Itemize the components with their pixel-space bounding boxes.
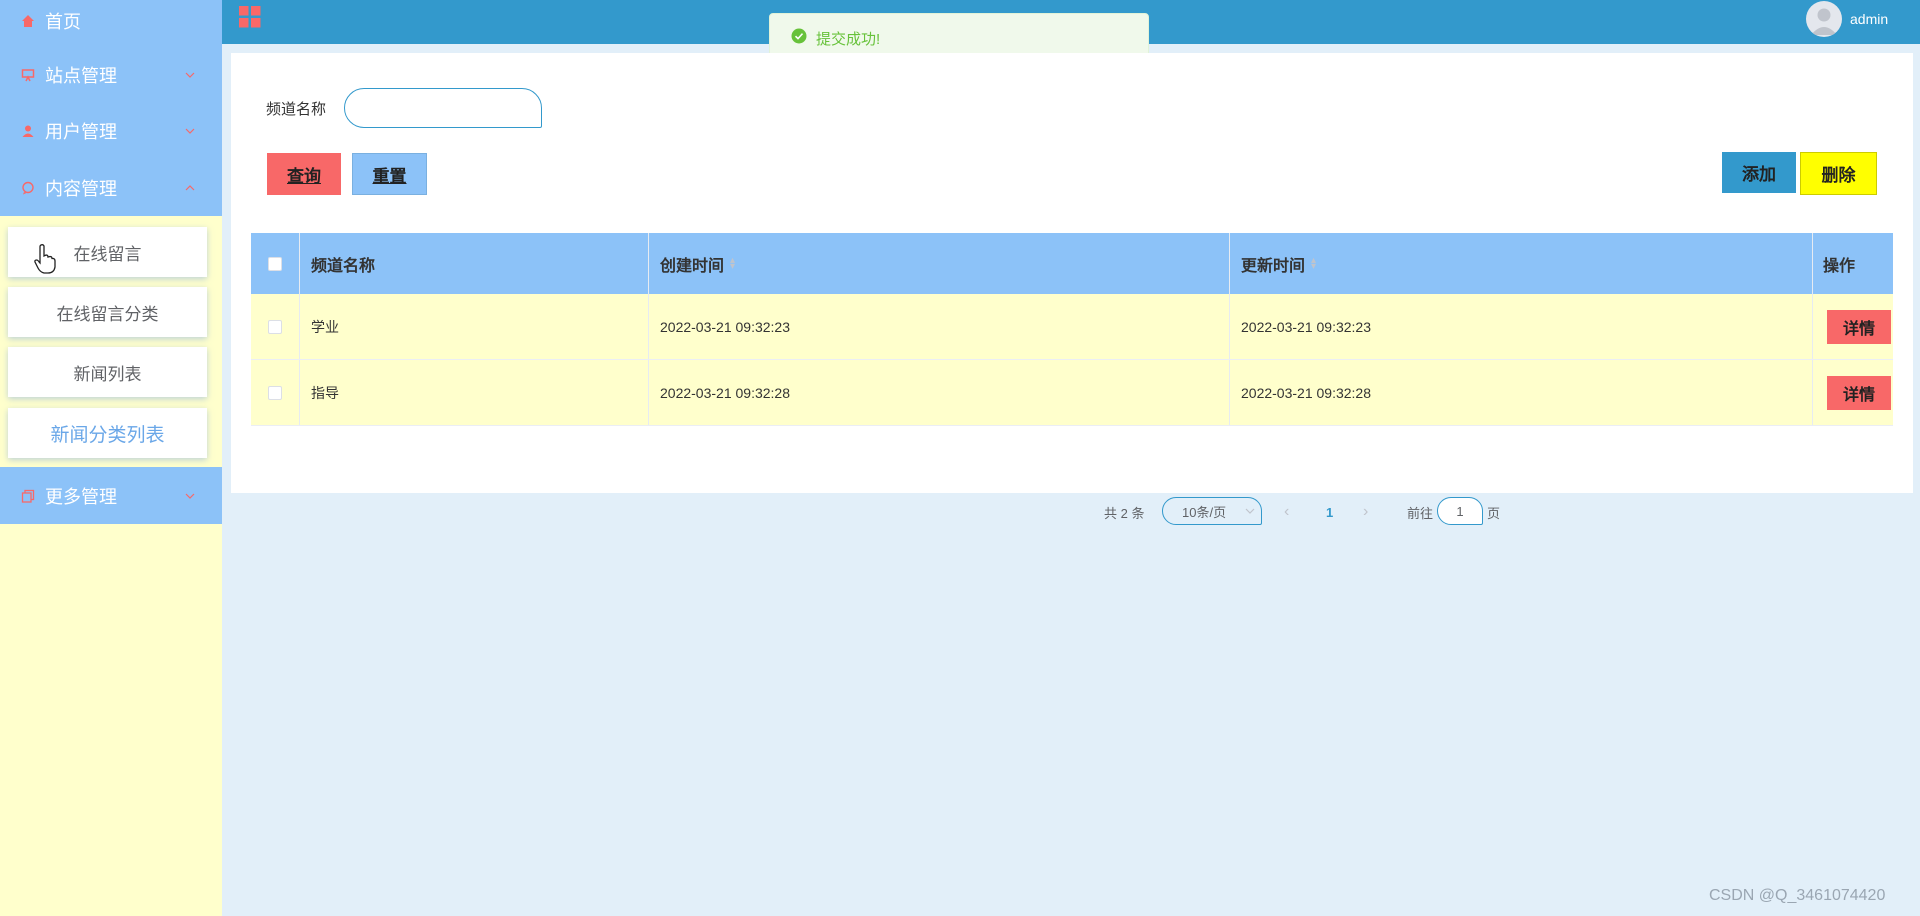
header-action-label: 操作 — [1823, 257, 1856, 275]
row-checkbox[interactable] — [268, 319, 282, 334]
row-created: 2022-03-21 09:32:28 — [649, 360, 1230, 425]
next-page-button[interactable]: › — [1363, 497, 1368, 527]
page-suffix-label: 页 — [1487, 505, 1501, 521]
sidebar-subitem-news-categories[interactable]: 新闻分类列表 — [8, 408, 207, 458]
header-name-label: 频道名称 — [311, 257, 376, 275]
sort-icon[interactable]: ▴ ▾ — [730, 255, 735, 271]
chevron-down-icon — [185, 128, 195, 134]
sort-icon[interactable]: ▴ ▾ — [1311, 255, 1316, 271]
user-icon — [20, 123, 36, 139]
sidebar-item-label: 站点管理 — [45, 65, 117, 86]
sidebar-item-label: 用户管理 — [45, 121, 117, 142]
header-updated[interactable]: 更新时间 ▴ ▾ — [1230, 233, 1813, 294]
pagination-total: 共 2 条 — [1104, 505, 1145, 521]
goto-page-input[interactable] — [1437, 497, 1483, 525]
row-select-cell — [251, 294, 300, 359]
row-updated: 2022-03-21 09:32:23 — [1230, 294, 1813, 359]
add-button[interactable]: 添加 — [1722, 152, 1796, 193]
search-label: 频道名称 — [266, 101, 327, 118]
row-action: 详情 — [1813, 360, 1893, 425]
sidebar-item-more[interactable]: 更多管理 — [0, 467, 222, 524]
sidebar-item-label: 首页 — [45, 11, 81, 32]
hand-cursor-icon — [34, 244, 56, 274]
select-all-checkbox[interactable] — [268, 256, 282, 271]
prev-page-button[interactable]: ‹ — [1284, 497, 1289, 527]
sidebar-subitem-label: 在线留言分类 — [56, 304, 159, 324]
reset-button[interactable]: 重置 — [352, 153, 427, 195]
header-action: 操作 — [1813, 233, 1893, 294]
toast-message: 提交成功! — [816, 31, 881, 48]
detail-button[interactable]: 详情 — [1827, 375, 1891, 410]
channel-name-input[interactable] — [344, 88, 542, 128]
sidebar-item-users[interactable]: 用户管理 — [0, 102, 222, 159]
row-select-cell — [251, 360, 300, 425]
copy-icon — [20, 488, 36, 504]
sidebar-item-site[interactable]: 站点管理 — [0, 46, 222, 103]
row-checkbox[interactable] — [268, 385, 282, 400]
home-icon — [20, 13, 36, 29]
chevron-down-icon — [185, 72, 195, 78]
header-updated-label: 更新时间 — [1241, 257, 1306, 275]
username[interactable]: admin — [1850, 11, 1888, 27]
sidebar-item-label: 内容管理 — [45, 178, 117, 199]
table-header: 频道名称 创建时间 ▴ ▾ 更新时间 ▴ ▾ 操作 — [251, 233, 1893, 294]
row-name: 学业 — [300, 294, 649, 359]
sidebar-item-home[interactable]: 首页 — [0, 0, 222, 49]
query-button[interactable]: 查询 — [267, 153, 341, 195]
chevron-down-icon — [1245, 508, 1255, 514]
content-card: 频道名称 查询 重置 添加 删除 频道名称 创建时间 ▴ ▾ 更新时间 ▴ ▾ 操作 学… — [231, 53, 1913, 525]
success-check-icon — [791, 28, 807, 44]
avatar[interactable] — [1806, 1, 1842, 37]
row-name: 指导 — [300, 360, 649, 425]
row-updated: 2022-03-21 09:32:28 — [1230, 360, 1813, 425]
header-select-cell — [251, 233, 300, 294]
chat-icon — [20, 180, 36, 196]
user-avatar-icon — [1811, 8, 1837, 35]
header-created-label: 创建时间 — [660, 257, 725, 275]
chevron-down-icon — [185, 493, 195, 499]
sidebar-subitem-label: 新闻分类列表 — [50, 424, 165, 446]
table-row: 指导 2022-03-21 09:32:28 2022-03-21 09:32:… — [251, 360, 1893, 426]
sidebar-subitem-news-list[interactable]: 新闻列表 — [8, 347, 207, 397]
page-size-value: 10条/页 — [1182, 504, 1227, 520]
sidebar-item-label: 更多管理 — [45, 486, 117, 507]
row-created: 2022-03-21 09:32:23 — [649, 294, 1230, 359]
header-name: 频道名称 — [300, 233, 649, 294]
table-row: 学业 2022-03-21 09:32:23 2022-03-21 09:32:… — [251, 294, 1893, 360]
sidebar-item-content[interactable]: 内容管理 — [0, 159, 222, 216]
detail-button[interactable]: 详情 — [1827, 309, 1891, 344]
page-size-select[interactable]: 10条/页 — [1162, 497, 1262, 525]
row-action: 详情 — [1813, 294, 1893, 359]
watermark: CSDN @Q_3461074420 — [1709, 887, 1886, 904]
goto-label: 前往 — [1407, 505, 1434, 521]
sidebar-subitem-label: 在线留言 — [73, 244, 142, 264]
sidebar-subitem-message-categories[interactable]: 在线留言分类 — [8, 287, 207, 337]
monitor-icon — [20, 67, 36, 83]
page-number-current[interactable]: 1 — [1326, 497, 1333, 527]
delete-button[interactable]: 删除 — [1800, 152, 1877, 195]
sidebar-subitem-label: 新闻列表 — [73, 364, 142, 384]
sidebar: 首页 站点管理 用户管理 内容管理 在线留言 在线留言分类 新闻列表 新闻分类列… — [0, 0, 222, 916]
chevron-up-icon — [185, 184, 195, 190]
header-created[interactable]: 创建时间 ▴ ▾ — [649, 233, 1230, 294]
